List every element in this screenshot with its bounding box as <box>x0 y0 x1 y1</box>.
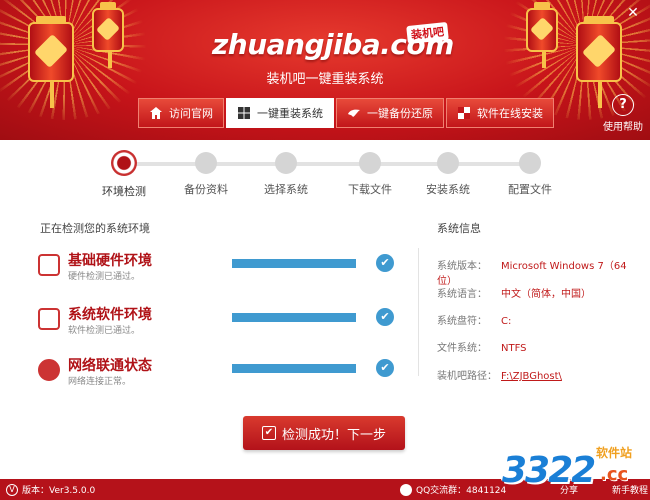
watermark-site-label: 软件站 <box>596 446 633 460</box>
fireworks-left-decoration <box>0 0 150 120</box>
sysinfo-key: 系统版本： <box>437 261 487 272</box>
checks-title: 正在检测您的系统环境 <box>40 222 150 235</box>
help-label: 使用帮助 <box>603 122 643 133</box>
sysinfo-value: 中文（简体，中国） <box>501 289 591 300</box>
step-label: 环境检测 <box>102 185 146 198</box>
sysinfo-value: NTFS <box>501 343 527 354</box>
check-ok-icon: ✔ <box>376 254 394 272</box>
home-icon <box>150 107 162 119</box>
panel-divider <box>418 248 419 376</box>
qq-group-text: QQ交流群：4841124 <box>416 486 507 496</box>
question-icon: ? <box>612 94 634 116</box>
step-environment-check: 环境检测 <box>90 150 158 199</box>
sysinfo-key: 文件系统： <box>437 343 487 354</box>
step-label: 选择系统 <box>264 183 308 196</box>
check-title: 系统软件环境 <box>68 307 152 323</box>
version-info: V 版本：Ver3.5.0.0 <box>6 483 95 496</box>
monitor-icon <box>38 308 60 330</box>
sysinfo-key: 装机吧路径： <box>437 371 497 382</box>
nav-label: 软件在线安装 <box>477 107 543 120</box>
step-dot <box>111 150 137 176</box>
check-ok-icon: ✔ <box>376 359 394 377</box>
check-title: 网络联通状态 <box>68 358 152 374</box>
progress-bar <box>232 364 356 373</box>
nav-backup-restore[interactable]: 一键备份还原 <box>336 98 444 128</box>
close-button[interactable]: ✕ <box>624 4 642 22</box>
progress-bar <box>232 313 356 322</box>
top-nav: 访问官网 一键重装系统 一键备份还原 软件在线安装 <box>138 98 554 128</box>
step-backup: 备份资料 <box>172 150 240 197</box>
sysinfo-title: 系统信息 <box>437 222 481 235</box>
watermark-tld: .cc <box>600 464 629 485</box>
lantern-icon <box>526 2 558 68</box>
check-subtitle: 硬件检测已通过。 <box>68 272 141 282</box>
qq-group-link[interactable]: QQ交流群：4841124 <box>400 483 506 496</box>
nav-visit-site[interactable]: 访问官网 <box>138 98 224 128</box>
step-label: 安装系统 <box>426 183 470 196</box>
windows-icon <box>238 107 250 119</box>
sysinfo-row-version: 系统版本： Microsoft Windows 7（64位） <box>437 257 637 287</box>
lantern-icon <box>92 2 124 68</box>
nav-label: 一键重装系统 <box>257 107 323 120</box>
header-banner: ✕ zhuangjiba.com 装机吧 装机吧一键重装系统 访问官网 一键重装… <box>0 0 650 140</box>
globe-icon <box>38 359 60 381</box>
check-hardware: 基础硬件环境 硬件检测已通过。 ✔ <box>38 250 408 290</box>
sysinfo-row-filesystem: 文件系统： NTFS <box>437 339 637 354</box>
nav-software-install[interactable]: 软件在线安装 <box>446 98 554 128</box>
step-dot <box>359 152 381 174</box>
step-dot <box>195 152 217 174</box>
sysinfo-row-path: 装机吧路径： F:\ZJBGhost\ <box>437 367 637 382</box>
checkbox-icon: ✔ <box>261 426 276 440</box>
sysinfo-row-drive: 系统盘符： C: <box>437 312 637 327</box>
watermark-number: 3322 <box>502 450 596 491</box>
step-download: 下载文件 <box>336 150 404 197</box>
brand-logo: zhuangjiba.com 装机吧 <box>212 21 454 64</box>
app-subtitle: 装机吧一键重装系统 <box>266 72 384 87</box>
nav-label: 访问官网 <box>169 107 213 120</box>
qq-icon <box>400 483 412 496</box>
step-label: 备份资料 <box>184 183 228 196</box>
sysinfo-row-language: 系统语言： 中文（简体，中国） <box>437 285 637 300</box>
sysinfo-value: C: <box>501 316 512 327</box>
check-subtitle: 网络连接正常。 <box>68 377 132 387</box>
sysinfo-path-link[interactable]: F:\ZJBGhost\ <box>501 371 562 382</box>
next-step-button[interactable]: ✔ 检测成功！下一步 <box>243 416 405 450</box>
check-ok-icon: ✔ <box>376 308 394 326</box>
help-button[interactable]: ? 使用帮助 <box>600 94 646 133</box>
step-install: 安装系统 <box>414 150 482 197</box>
progress-bar <box>232 259 356 268</box>
version-text: 版本：Ver3.5.0.0 <box>22 486 96 496</box>
check-title: 基础硬件环境 <box>68 253 152 269</box>
step-configure: 配置文件 <box>496 150 564 197</box>
check-network: 网络联通状态 网络连接正常。 ✔ <box>38 355 408 395</box>
version-icon: V <box>6 483 18 496</box>
next-step-label: 检测成功！下一步 <box>281 427 386 443</box>
puzzle-icon <box>458 107 470 119</box>
check-subtitle: 软件检测已通过。 <box>68 326 141 336</box>
step-select-system: 选择系统 <box>252 150 320 197</box>
sysinfo-key: 系统盘符： <box>437 316 487 327</box>
step-dot <box>437 152 459 174</box>
step-dot <box>519 152 541 174</box>
sysinfo-key: 系统语言： <box>437 289 487 300</box>
site-watermark: 3322 .cc 软件站 <box>502 440 647 498</box>
bird-icon <box>348 109 360 117</box>
step-label: 下载文件 <box>348 183 392 196</box>
nav-label: 一键备份还原 <box>367 107 433 120</box>
step-label: 配置文件 <box>508 183 552 196</box>
progress-steps: 环境检测 备份资料 选择系统 下载文件 安装系统 配置文件 <box>90 150 570 198</box>
app-window: ✕ zhuangjiba.com 装机吧 装机吧一键重装系统 访问官网 一键重装… <box>0 0 650 500</box>
nav-one-click-reinstall[interactable]: 一键重装系统 <box>226 98 334 128</box>
check-software: 系统软件环境 软件检测已通过。 ✔ <box>38 304 408 344</box>
hardware-icon <box>38 254 60 276</box>
step-dot <box>275 152 297 174</box>
